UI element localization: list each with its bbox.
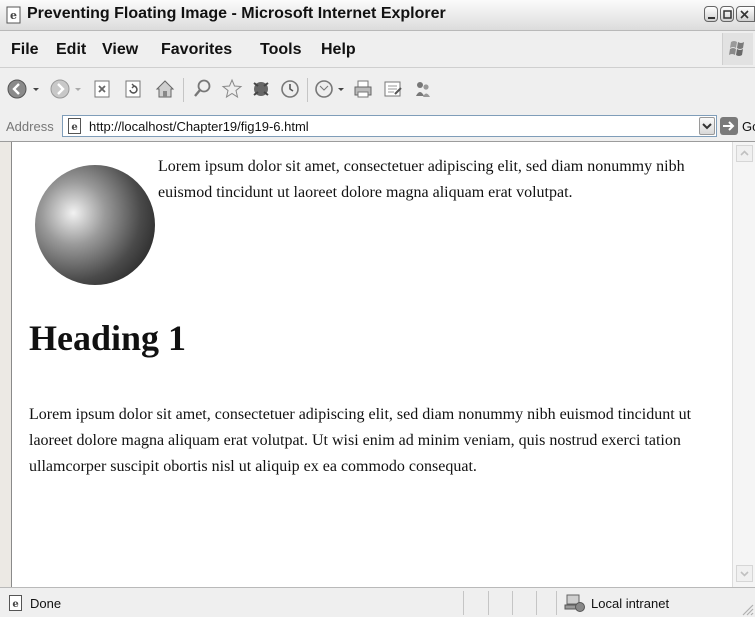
svg-text:e: e bbox=[12, 599, 18, 610]
status-divider bbox=[556, 591, 557, 615]
back-dropdown-icon[interactable] bbox=[31, 76, 41, 102]
page-heading: Heading 1 bbox=[29, 318, 187, 358]
address-label: Address bbox=[6, 119, 54, 134]
menu-favorites[interactable]: Favorites bbox=[161, 41, 232, 59]
close-icon bbox=[740, 10, 749, 19]
title-bar: e Preventing Floating Image - Microsoft … bbox=[0, 0, 755, 31]
security-zone-text: Local intranet bbox=[591, 596, 670, 611]
windows-logo bbox=[722, 33, 753, 65]
status-divider bbox=[488, 591, 489, 615]
status-text: Done bbox=[30, 596, 62, 611]
menu-tools[interactable]: Tools bbox=[260, 41, 301, 59]
vertical-scrollbar[interactable] bbox=[732, 142, 755, 587]
back-icon[interactable] bbox=[6, 76, 32, 102]
windows-flag-icon bbox=[729, 41, 744, 56]
media-icon[interactable] bbox=[248, 76, 274, 102]
home-icon[interactable] bbox=[152, 76, 178, 102]
forward-dropdown-icon[interactable] bbox=[73, 76, 83, 102]
svg-text:e: e bbox=[71, 122, 77, 133]
mail-dropdown-icon[interactable] bbox=[336, 76, 346, 102]
ie-page-icon: e bbox=[68, 118, 81, 134]
search-icon[interactable] bbox=[190, 76, 216, 102]
chevron-down-icon bbox=[702, 123, 712, 130]
ie-page-icon: e bbox=[6, 6, 21, 24]
menu-view[interactable]: View bbox=[102, 41, 138, 59]
favorites-icon[interactable] bbox=[219, 76, 245, 102]
edit-icon[interactable] bbox=[380, 76, 406, 102]
print-icon[interactable] bbox=[350, 76, 376, 102]
forward-icon[interactable] bbox=[49, 76, 75, 102]
floated-paragraph: Lorem ipsum dolor sit amet, consectetuer… bbox=[158, 158, 685, 201]
refresh-icon[interactable] bbox=[120, 76, 146, 102]
address-input[interactable]: e http://localhost/Chapter19/fig19-6.htm… bbox=[62, 115, 717, 137]
status-divider bbox=[536, 591, 537, 615]
local-intranet-icon bbox=[564, 594, 585, 612]
scroll-down-icon[interactable] bbox=[736, 565, 753, 582]
menu-file[interactable]: File bbox=[11, 41, 39, 59]
body-paragraph: Lorem ipsum dolor sit amet, consectetuer… bbox=[29, 406, 692, 475]
status-divider bbox=[512, 591, 513, 615]
go-label: Go bbox=[742, 119, 755, 134]
status-bar: e Done Local intranet bbox=[0, 587, 755, 617]
menu-bar: File Edit View Favorites Tools Help bbox=[0, 31, 755, 68]
minimize-button[interactable] bbox=[704, 6, 718, 22]
status-divider bbox=[463, 591, 464, 615]
resize-grip-icon[interactable] bbox=[740, 602, 754, 616]
address-bar: Address e http://localhost/Chapter19/fig… bbox=[0, 112, 755, 142]
go-arrow-icon bbox=[720, 117, 738, 135]
floated-sphere-image bbox=[35, 165, 155, 285]
toolbar-separator bbox=[183, 78, 184, 102]
stop-icon[interactable] bbox=[89, 76, 115, 102]
address-dropdown-button[interactable] bbox=[699, 117, 715, 135]
scroll-up-icon[interactable] bbox=[736, 145, 753, 162]
window-title: Preventing Floating Image - Microsoft In… bbox=[27, 5, 446, 22]
browser-window: e Preventing Floating Image - Microsoft … bbox=[0, 0, 755, 617]
history-icon[interactable] bbox=[277, 76, 303, 102]
go-button[interactable]: Go bbox=[720, 116, 755, 138]
maximize-button[interactable] bbox=[720, 6, 734, 22]
address-url: http://localhost/Chapter19/fig19-6.html bbox=[89, 119, 309, 134]
toolbar-separator bbox=[307, 78, 308, 102]
mail-icon[interactable] bbox=[312, 76, 338, 102]
page-content: Lorem ipsum dolor sit amet, consectetuer… bbox=[11, 142, 733, 587]
minimize-icon bbox=[708, 17, 715, 19]
maximize-icon bbox=[723, 10, 732, 19]
messenger-icon[interactable] bbox=[410, 76, 436, 102]
ie-page-icon: e bbox=[9, 595, 22, 611]
close-button[interactable] bbox=[736, 6, 755, 22]
menu-edit[interactable]: Edit bbox=[56, 41, 86, 59]
standard-toolbar bbox=[0, 68, 755, 113]
menu-help[interactable]: Help bbox=[321, 41, 356, 59]
svg-text:e: e bbox=[10, 9, 17, 22]
